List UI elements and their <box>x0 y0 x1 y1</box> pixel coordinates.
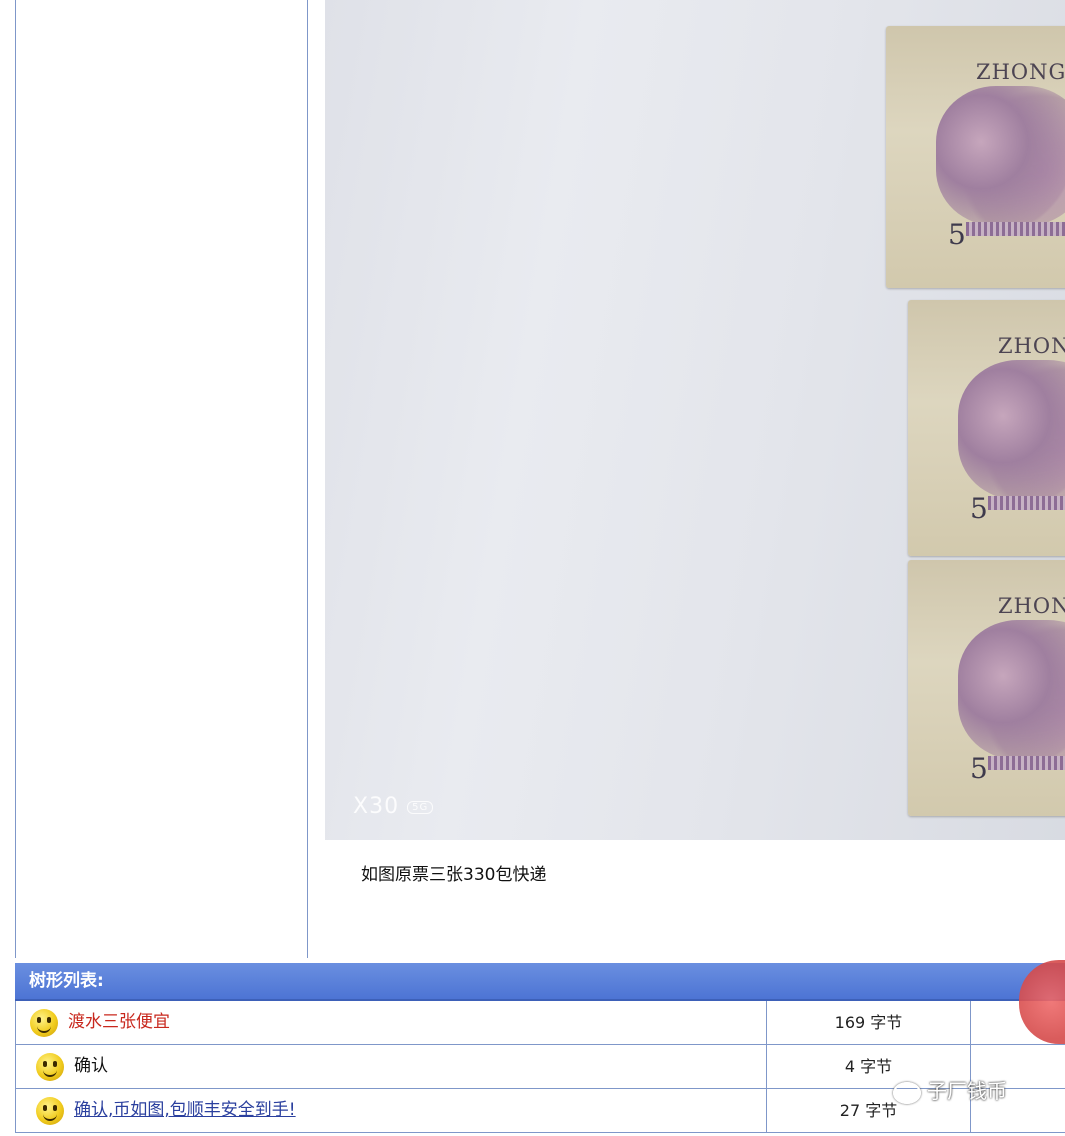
banknote-1: ZHONGGUO RENMIN YINHANG 5 1972 5 5 <box>886 26 1065 288</box>
reply-title-cell: 渡水三张便宜 <box>16 1001 767 1044</box>
digit-left: 5 <box>948 218 966 251</box>
flower-pattern-left <box>958 360 1065 500</box>
camera-watermark: X30 5G <box>353 794 434 819</box>
column-divider <box>307 0 308 958</box>
smiley-icon <box>36 1097 64 1125</box>
wechat-icon <box>893 1081 921 1104</box>
reply-link[interactable]: 确认,币如图,包顺丰安全到手! <box>74 1089 296 1132</box>
smiley-icon <box>36 1053 64 1081</box>
flower-pattern-left <box>936 86 1065 226</box>
note-header: ZHONGGUO RENMIN YINHANG <box>976 60 1065 84</box>
reply-title-cell: 确认,币如图,包顺丰安全到手! <box>16 1089 767 1132</box>
wechat-watermark: 子厂钱币 <box>893 1075 1007 1104</box>
reply-size-cell: 169 字节 <box>767 1001 971 1044</box>
reply-link[interactable]: 确认 <box>74 1045 108 1088</box>
banknote-3: ZHONGGUO RENMIN YINHANG 5 1972 5 5 <box>908 560 1065 816</box>
reply-title-cell: 确认 <box>16 1045 767 1088</box>
reply-link[interactable]: 渡水三张便宜 <box>68 1001 170 1044</box>
left-frame-border <box>15 0 16 958</box>
note-header: ZHONGGUO RENMIN YINHANG <box>998 334 1065 358</box>
bottom-band <box>988 496 1065 510</box>
smiley-icon <box>30 1009 58 1037</box>
flower-pattern-left <box>958 620 1065 760</box>
bottom-band <box>966 222 1065 236</box>
tree-list: 树形列表: 渡水三张便宜 169 字节 确认 4 字节 确认,币如图,包顺丰安全… <box>15 963 1065 1136</box>
bottom-band <box>988 756 1065 770</box>
post-caption: 如图原票三张330包快递 <box>361 865 547 885</box>
banknote-2: ZHONGGUO RENMIN YINHANG 5 1972 5 5 <box>908 300 1065 556</box>
note-header: ZHONGGUO RENMIN YINHANG <box>998 594 1065 618</box>
banknote-photo: ZHONGGUO RENMIN YINHANG 5 1972 5 5 ZHONG… <box>325 0 1065 840</box>
table-row: 渡水三张便宜 169 字节 <box>15 1001 1065 1045</box>
tree-list-title: 树形列表: <box>15 963 1065 1001</box>
digit-left: 5 <box>970 492 988 525</box>
digit-left: 5 <box>970 752 988 785</box>
